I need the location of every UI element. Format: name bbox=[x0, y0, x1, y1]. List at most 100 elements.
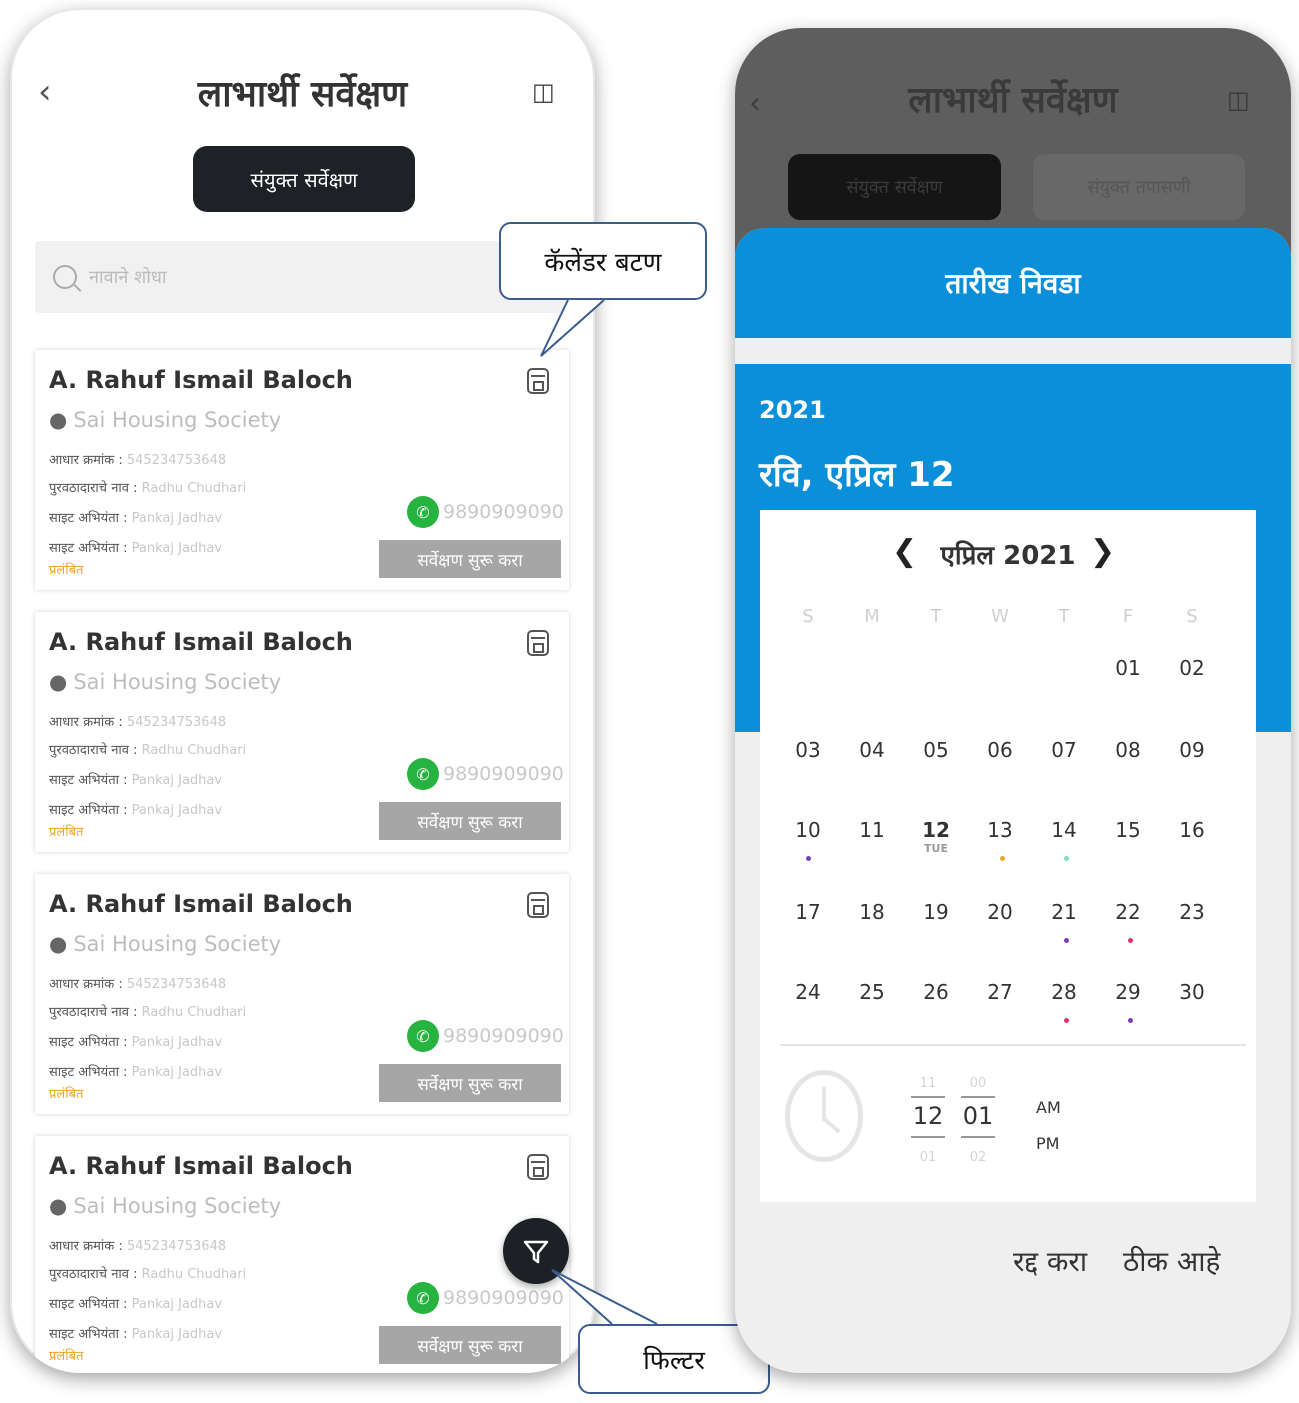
event-dot bbox=[1000, 856, 1005, 861]
day-number: 11 bbox=[859, 818, 885, 842]
day-number: 27 bbox=[987, 980, 1013, 1004]
hour-line-bottom bbox=[911, 1136, 945, 1138]
day-number: 04 bbox=[859, 738, 885, 762]
tab-joint-survey[interactable]: संयुक्त सर्वेक्षण bbox=[788, 154, 1001, 220]
day-number: 05 bbox=[923, 738, 949, 762]
weekday-label: S bbox=[1186, 606, 1198, 627]
selected-year[interactable]: 2021 bbox=[759, 396, 826, 424]
day-cell[interactable]: 24 bbox=[784, 980, 832, 1004]
pm-option[interactable]: PM bbox=[1036, 1134, 1059, 1153]
minute-next: 02 bbox=[969, 1150, 987, 1165]
day-number: 03 bbox=[795, 738, 821, 762]
weekday-label: M bbox=[864, 606, 880, 627]
weekday-label: T bbox=[930, 606, 942, 627]
day-number: 25 bbox=[859, 980, 885, 1004]
event-dot bbox=[806, 856, 811, 861]
day-cell[interactable]: 03 bbox=[784, 738, 832, 762]
weekday-label: S bbox=[802, 606, 814, 627]
day-cell[interactable]: 09 bbox=[1168, 738, 1216, 762]
day-cell[interactable]: 02 bbox=[1168, 656, 1216, 680]
minute-prev: 00 bbox=[969, 1076, 987, 1091]
day-cell[interactable]: 25 bbox=[848, 980, 896, 1004]
day-number: 15 bbox=[1115, 818, 1141, 842]
event-dot bbox=[1064, 856, 1069, 861]
weekday-label: F bbox=[1122, 606, 1134, 627]
ok-button[interactable]: ठीक आहे bbox=[1123, 1242, 1220, 1280]
day-number: 09 bbox=[1179, 738, 1205, 762]
weekday-label: W bbox=[991, 606, 1009, 627]
minute-line-bottom bbox=[961, 1136, 995, 1138]
day-number: 22 bbox=[1115, 900, 1141, 924]
day-number: 29 bbox=[1115, 980, 1141, 1004]
day-cell[interactable]: 07 bbox=[1040, 738, 1088, 762]
hour-prev: 11 bbox=[919, 1076, 937, 1091]
day-cell[interactable]: 14 bbox=[1040, 818, 1088, 842]
date-picker-sheet: तारीख निवडा 2021 रवि, एप्रिल 12 ❮ एप्रिल… bbox=[735, 228, 1291, 1373]
day-cell[interactable]: 08 bbox=[1104, 738, 1152, 762]
day-cell[interactable]: 01 bbox=[1104, 656, 1152, 680]
hour-value[interactable]: 12 bbox=[908, 1102, 948, 1130]
users-icon[interactable]: ◫ bbox=[1227, 86, 1250, 114]
day-number: 23 bbox=[1179, 900, 1205, 924]
day-cell[interactable]: 20 bbox=[976, 900, 1024, 924]
event-dot bbox=[1128, 938, 1133, 943]
am-option[interactable]: AM bbox=[1036, 1098, 1061, 1117]
day-number: 14 bbox=[1051, 818, 1077, 842]
day-cell[interactable]: 19 bbox=[912, 900, 960, 924]
day-cell[interactable]: 05 bbox=[912, 738, 960, 762]
chevron-right-icon[interactable]: ❯ bbox=[1090, 534, 1115, 569]
day-cell[interactable]: 21 bbox=[1040, 900, 1088, 924]
day-number: 28 bbox=[1051, 980, 1077, 1004]
day-cell[interactable]: 17 bbox=[784, 900, 832, 924]
day-number: 16 bbox=[1179, 818, 1205, 842]
day-cell[interactable]: 10 bbox=[784, 818, 832, 842]
day-cell[interactable]: 13 bbox=[976, 818, 1024, 842]
day-cell[interactable]: 30 bbox=[1168, 980, 1216, 1004]
day-number: 30 bbox=[1179, 980, 1205, 1004]
selected-date: रवि, एप्रिल 12 bbox=[759, 455, 955, 495]
day-number: 06 bbox=[987, 738, 1013, 762]
minute-line-top bbox=[961, 1096, 995, 1098]
day-number: 26 bbox=[923, 980, 949, 1004]
day-number: 01 bbox=[1115, 656, 1141, 680]
day-cell[interactable]: 26 bbox=[912, 980, 960, 1004]
day-cell[interactable]: 22 bbox=[1104, 900, 1152, 924]
day-cell[interactable]: 06 bbox=[976, 738, 1024, 762]
cancel-button[interactable]: रद्द करा bbox=[1013, 1242, 1087, 1280]
hour-next: 01 bbox=[919, 1150, 937, 1165]
day-number: 08 bbox=[1115, 738, 1141, 762]
day-number: 24 bbox=[795, 980, 821, 1004]
day-cell[interactable]: 27 bbox=[976, 980, 1024, 1004]
day-cell[interactable]: 23 bbox=[1168, 900, 1216, 924]
day-number: 02 bbox=[1179, 656, 1205, 680]
calendar-button-callout: कॅलेंडर बटण bbox=[499, 222, 707, 300]
filter-callout-pointer bbox=[551, 1269, 658, 1325]
day-cell[interactable]: 16 bbox=[1168, 818, 1216, 842]
day-number: 07 bbox=[1051, 738, 1077, 762]
weekday-label: T bbox=[1058, 606, 1070, 627]
day-number: 18 bbox=[859, 900, 885, 924]
date-picker-title: तारीख निवडा bbox=[735, 228, 1291, 338]
day-number: 13 bbox=[987, 818, 1013, 842]
day-cell[interactable]: 11 bbox=[848, 818, 896, 842]
hour-line-top bbox=[911, 1096, 945, 1098]
day-cell[interactable]: 28 bbox=[1040, 980, 1088, 1004]
event-dot bbox=[1064, 938, 1069, 943]
day-number: 12 bbox=[922, 818, 950, 842]
event-dot bbox=[1064, 1018, 1069, 1023]
day-sublabel: TUE bbox=[924, 842, 948, 855]
calendar-callout-pointer bbox=[540, 299, 605, 357]
page-title: लाभार्थी सर्वेक्षण bbox=[908, 79, 1118, 121]
day-cell[interactable]: 04 bbox=[848, 738, 896, 762]
day-cell[interactable]: 15 bbox=[1104, 818, 1152, 842]
day-number: 19 bbox=[923, 900, 949, 924]
right-phone-screen: ‹ लाभार्थी सर्वेक्षण ◫ संयुक्त सर्वेक्षण… bbox=[735, 28, 1291, 1373]
minute-value[interactable]: 01 bbox=[958, 1102, 998, 1130]
day-cell[interactable]: 29 bbox=[1104, 980, 1152, 1004]
calendar-grid: ❮ एप्रिल 2021 ❯ SMTWTFS 01 02 03 04 05 06 07 08… bbox=[760, 510, 1256, 1202]
divider bbox=[780, 1044, 1246, 1046]
day-number: 10 bbox=[795, 818, 821, 842]
day-cell[interactable]: 18 bbox=[848, 900, 896, 924]
tab-joint-inspection[interactable]: संयुक्त तपासणी bbox=[1033, 154, 1245, 220]
day-cell-selected[interactable]: 12 TUE bbox=[912, 818, 960, 855]
